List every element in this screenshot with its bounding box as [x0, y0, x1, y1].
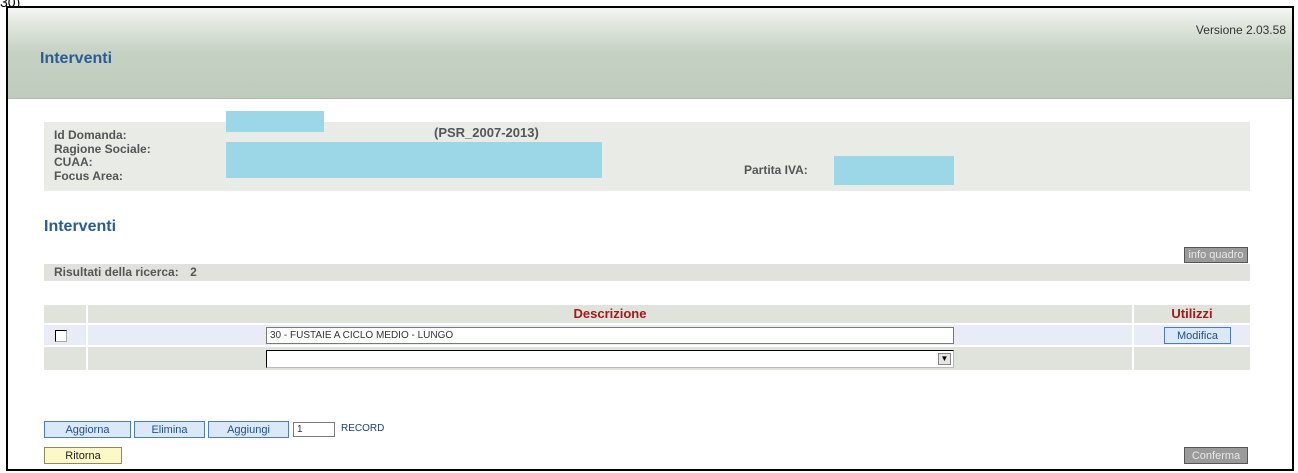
table-new-row: ▼ — [44, 347, 1250, 370]
partita-iva-label: Partita IVA: — [744, 163, 808, 177]
application-window: Versione 2.03.58 Interventi Id Domanda: … — [6, 6, 1294, 471]
results-bar: Risultati della ricerca: 2 — [44, 264, 1250, 281]
row-select-cell — [44, 325, 86, 345]
utilizzi-cell: Modifica — [1134, 325, 1250, 345]
descrizione-field[interactable]: 30 - FUSTAIE A CICLO MEDIO - LUNGO — [266, 327, 954, 344]
descrizione-cell: 30 - FUSTAIE A CICLO MEDIO - LUNGO — [88, 325, 1132, 345]
ritorna-button[interactable]: Ritorna — [44, 447, 122, 464]
page-title: Interventi — [40, 50, 113, 67]
ragione-sociale-cuaa-masked-value — [226, 142, 602, 178]
section-title: Interventi — [44, 218, 117, 235]
new-row-select-cell: ▼ — [88, 347, 1132, 370]
checkbox-column-header — [44, 305, 86, 323]
intervento-select[interactable]: ▼ — [266, 350, 954, 368]
focus-area-label: Focus Area: — [54, 169, 123, 183]
cuaa-label: CUAA: — [54, 155, 93, 169]
table-header-row: Descrizione Utilizzi — [44, 305, 1250, 323]
table-row: 30 - FUSTAIE A CICLO MEDIO - LUNGO Modif… — [44, 325, 1250, 345]
new-row-empty-cell — [1134, 347, 1250, 370]
psr-program-label: (PSR_2007-2013) — [434, 125, 539, 140]
info-quadro-button[interactable]: info quadro — [1184, 247, 1248, 263]
new-row-empty-cell — [44, 347, 86, 370]
page-header: Versione 2.03.58 Interventi — [8, 8, 1292, 99]
chevron-down-icon[interactable]: ▼ — [938, 353, 951, 365]
row-checkbox[interactable] — [55, 330, 67, 342]
modifica-button[interactable]: Modifica — [1164, 327, 1231, 344]
aggiungi-button[interactable]: Aggiungi — [208, 421, 289, 438]
ragione-sociale-label: Ragione Sociale: — [54, 142, 151, 156]
results-label: Risultati della ricerca: — [54, 265, 179, 279]
conferma-button[interactable]: Conferma — [1184, 447, 1248, 464]
aggiorna-button[interactable]: Aggiorna — [44, 421, 131, 438]
record-count-input[interactable]: 1 — [293, 422, 335, 437]
application-info-panel: Id Domanda: Ragione Sociale: CUAA: Focus… — [44, 111, 1250, 191]
partita-iva-masked-value — [834, 156, 954, 185]
record-label: RECORD — [341, 423, 385, 434]
descrizione-column-header: Descrizione — [88, 305, 1132, 323]
elimina-button[interactable]: Elimina — [134, 421, 205, 438]
id-domanda-masked-value — [226, 111, 324, 132]
version-label: Versione 2.03.58 — [1195, 23, 1286, 37]
results-count: 2 — [190, 265, 197, 279]
id-domanda-label: Id Domanda: — [54, 128, 127, 142]
utilizzi-column-header: Utilizzi — [1134, 305, 1250, 323]
